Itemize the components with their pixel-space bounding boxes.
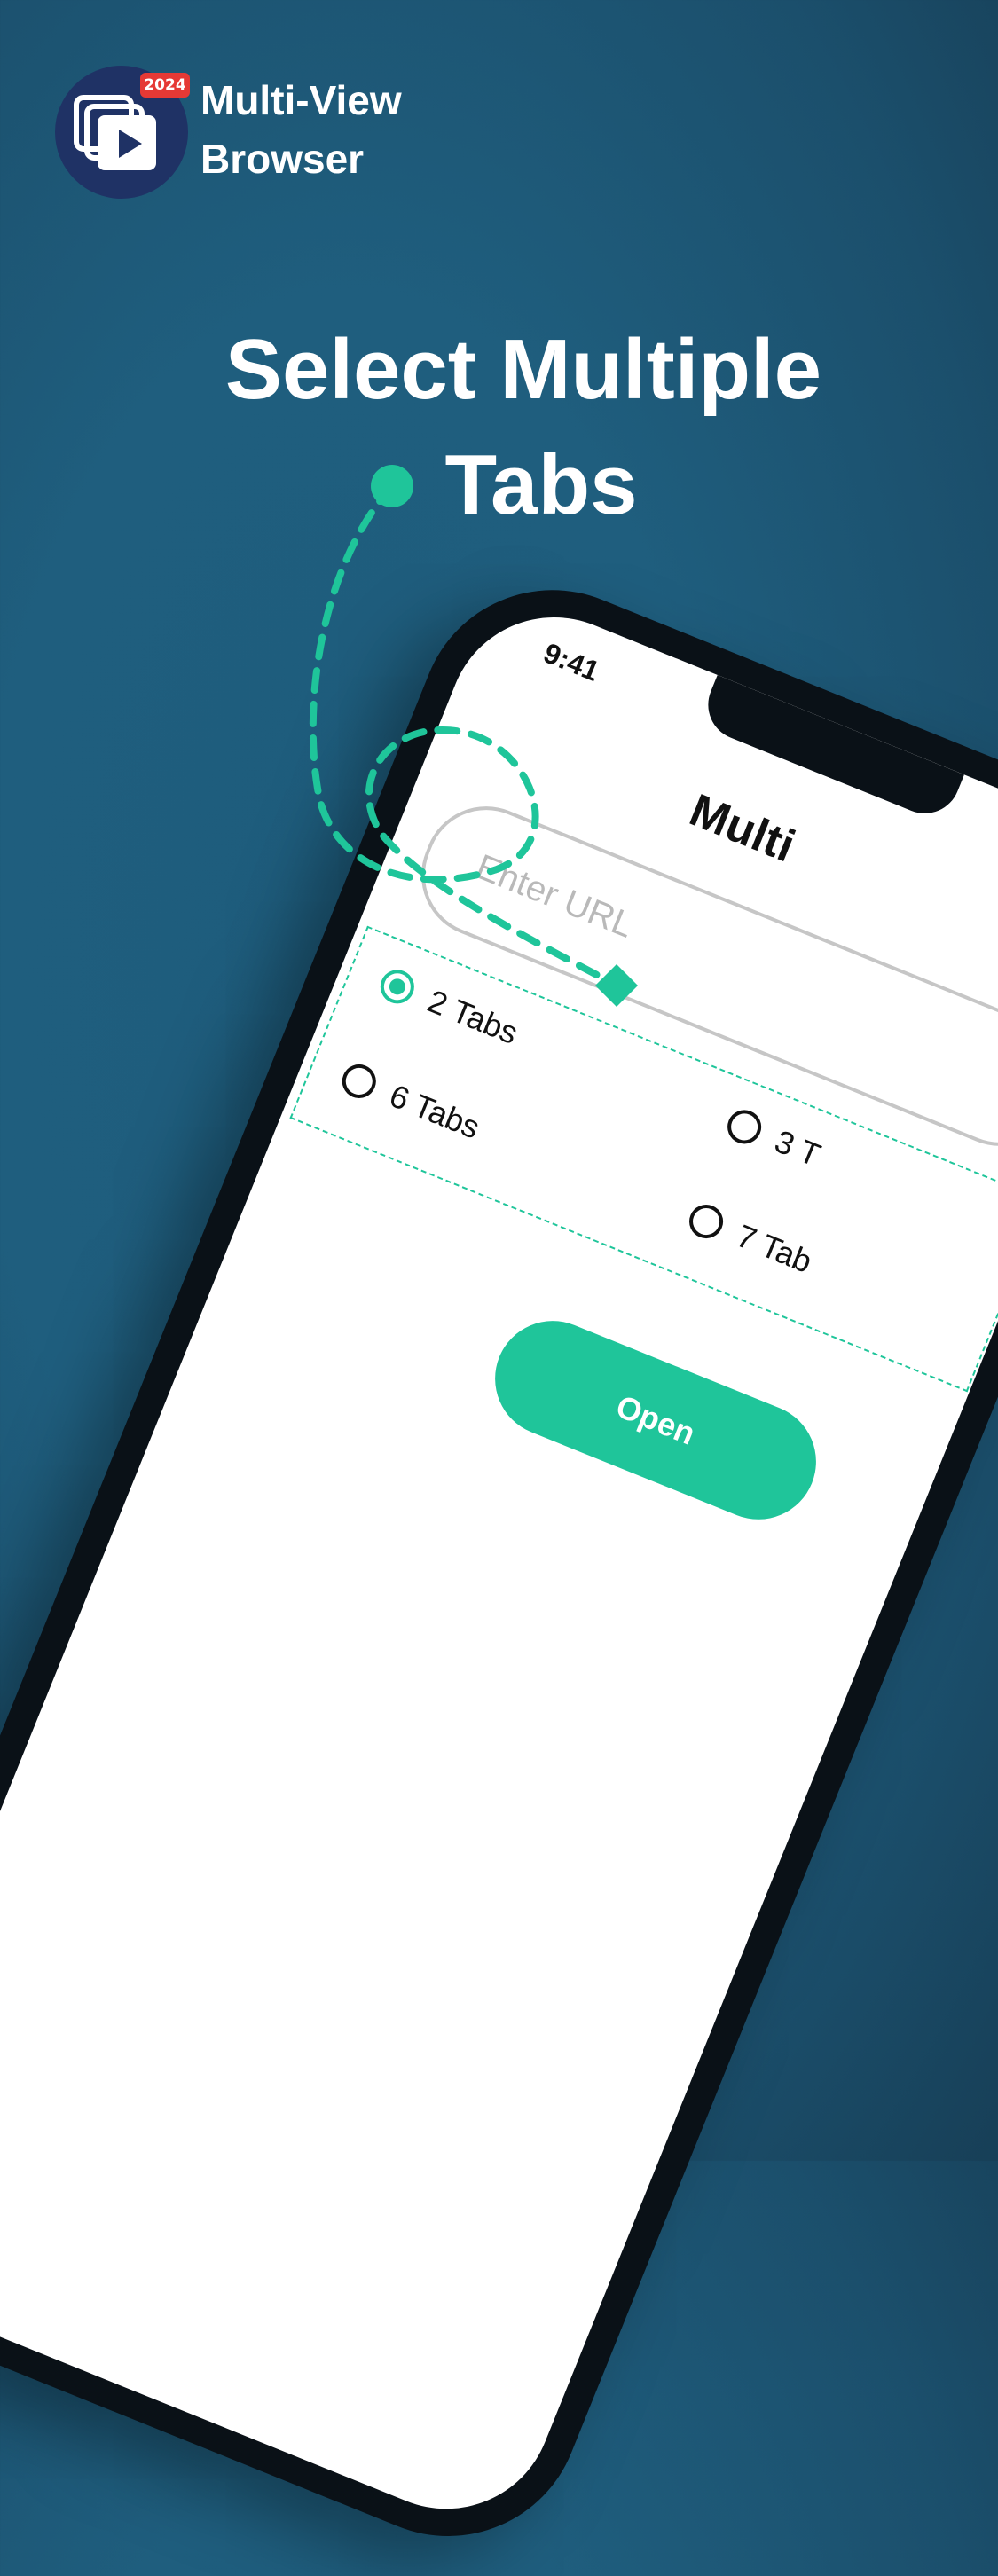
dashed-connector (309, 465, 639, 1008)
connector-end-marker (594, 963, 639, 1008)
connector-start-dot (371, 465, 413, 507)
